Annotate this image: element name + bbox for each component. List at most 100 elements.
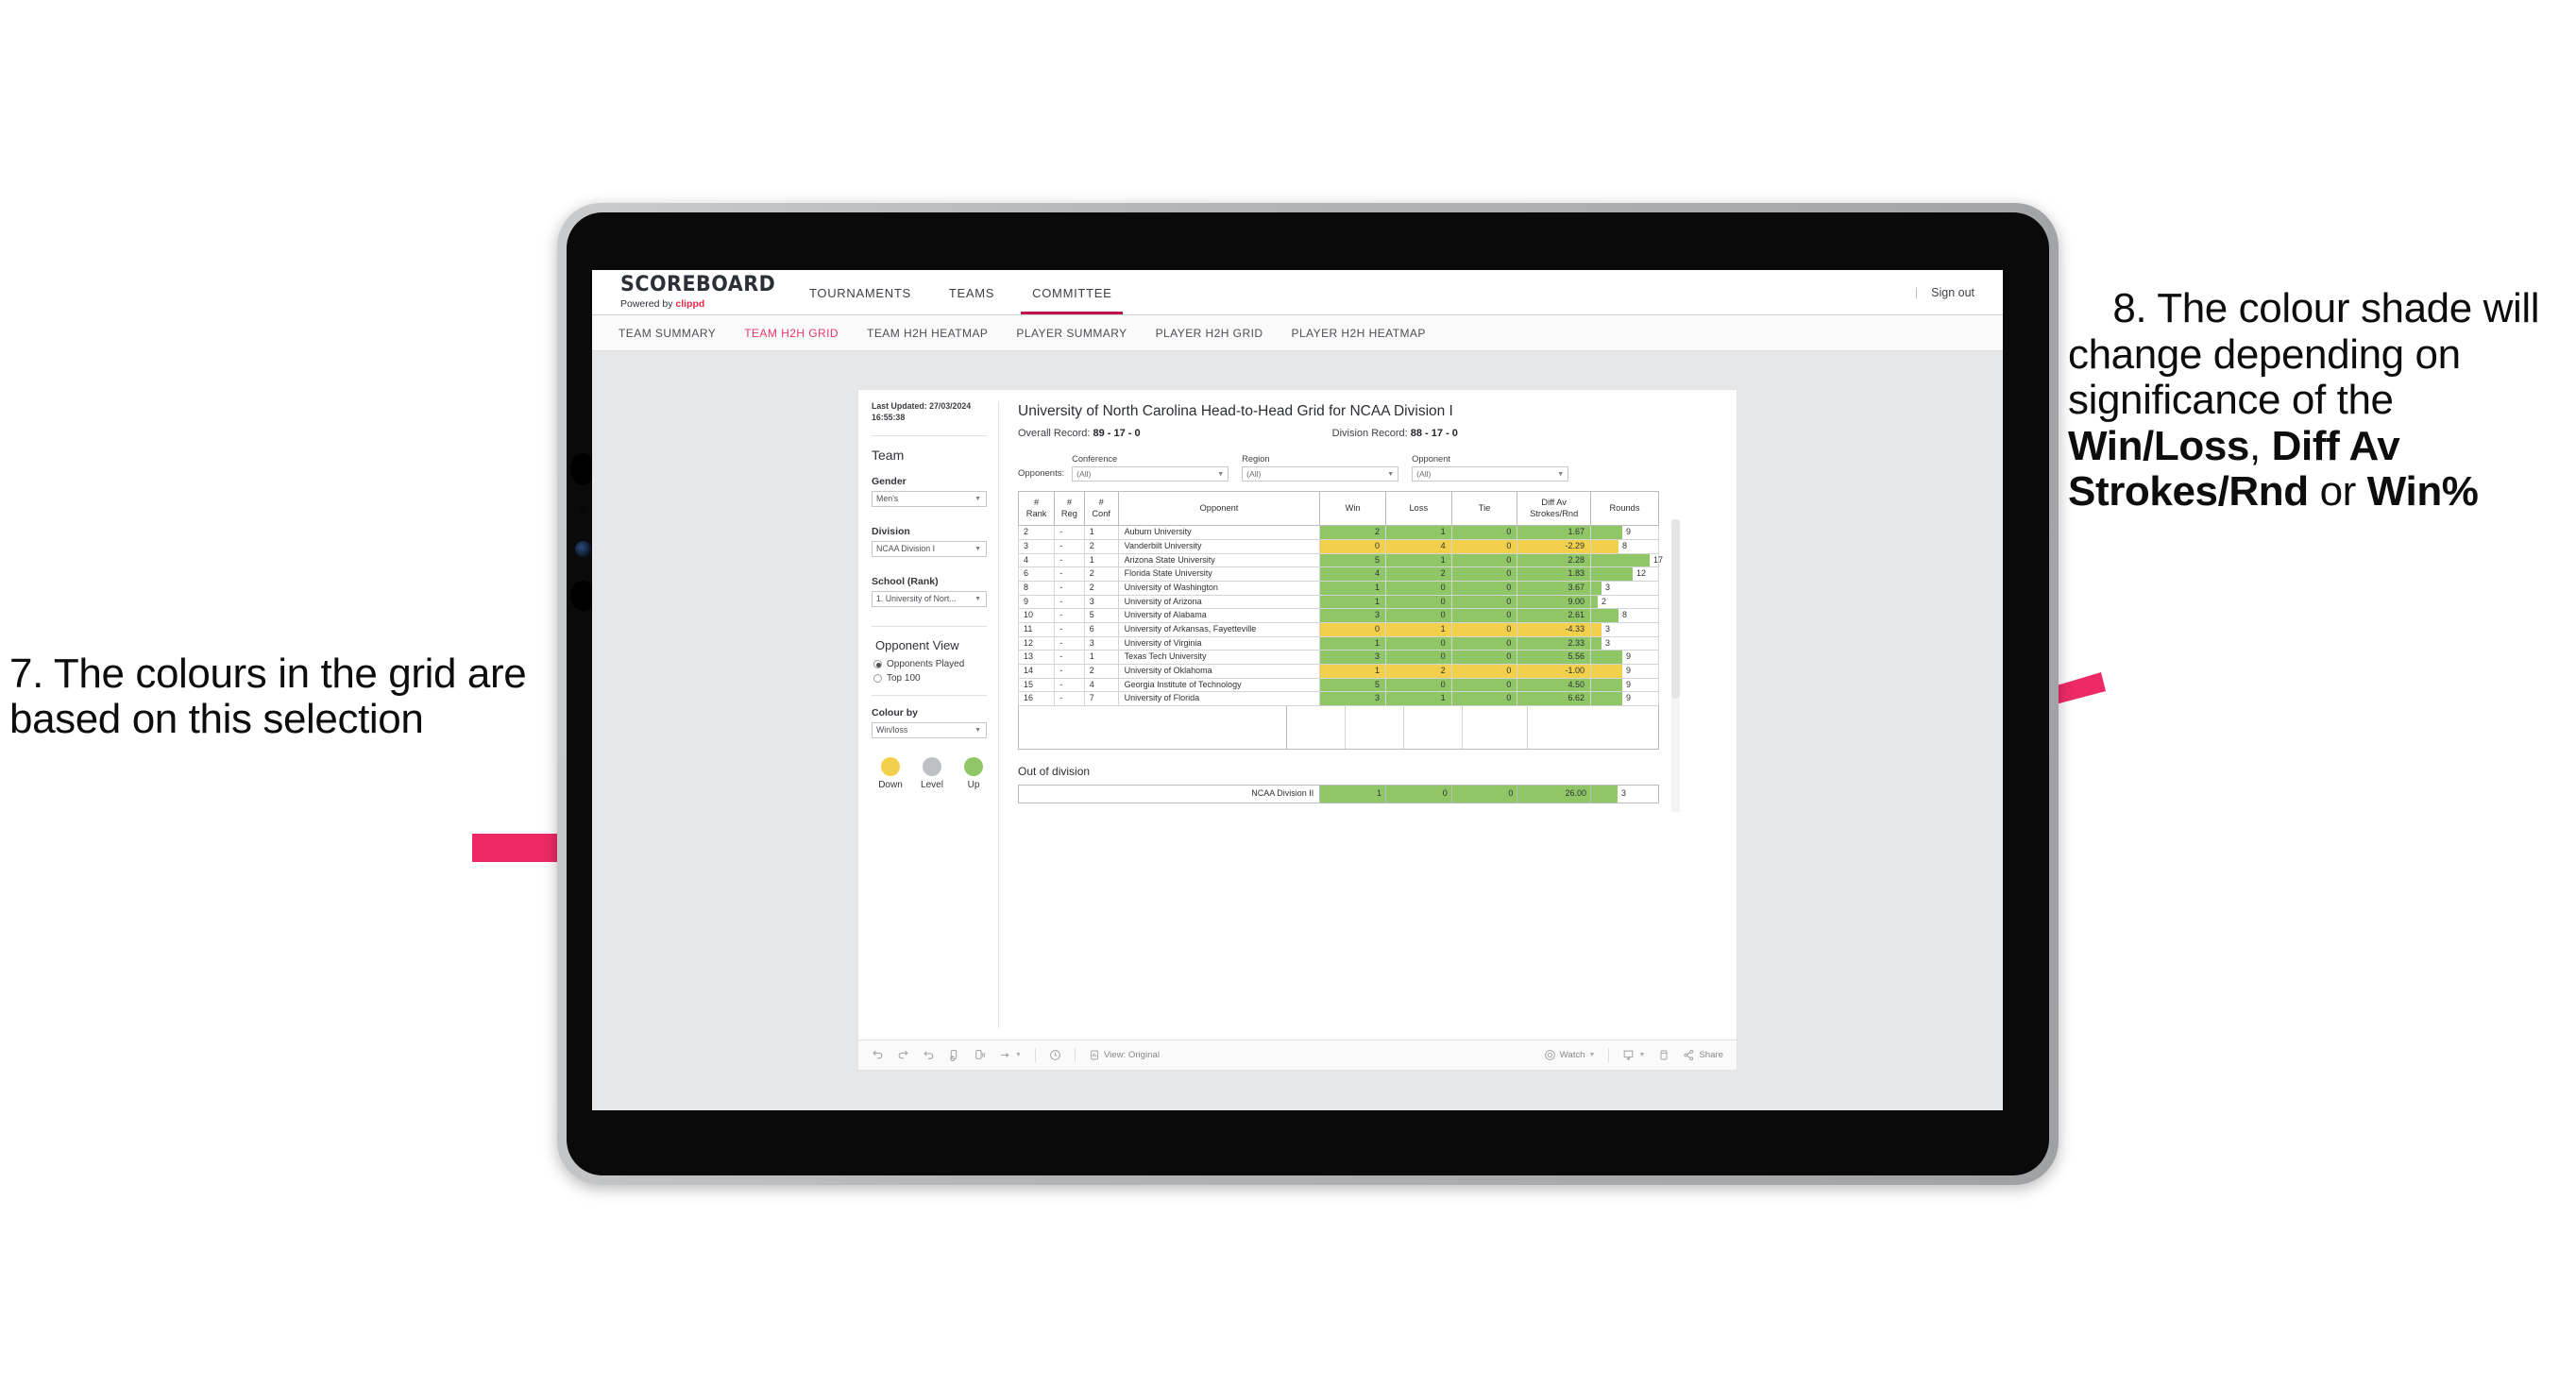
- cell-rank: 6: [1017, 566, 1056, 582]
- cell-diff: 3.67: [1517, 580, 1591, 596]
- toolbar-divider-1: [1034, 1048, 1036, 1062]
- brand-tagline: Powered by clippd: [620, 298, 771, 310]
- table-row[interactable]: 15-4 Georgia Institute of Technology 5 0 0 4.…: [1017, 677, 1660, 693]
- view-label: View: Original: [1103, 1050, 1160, 1060]
- cell-diff: 2.28: [1517, 552, 1591, 568]
- radio-selected-icon: [873, 659, 882, 668]
- subnav-item-team-h2h-heatmap[interactable]: TEAM H2H HEATMAP: [867, 327, 988, 340]
- cell-loss: 1: [1384, 622, 1452, 637]
- overall-record: Overall Record: 89 - 17 - 0: [1018, 428, 1141, 439]
- subnav-item-player-h2h-heatmap[interactable]: PLAYER H2H HEATMAP: [1291, 327, 1425, 340]
- cell-rank: 12: [1017, 635, 1056, 651]
- gender-label: Gender: [872, 475, 907, 487]
- gender-select[interactable]: Men's ▼: [872, 490, 987, 507]
- pause-auto-update-dropdown[interactable]: ▼: [999, 1049, 1022, 1061]
- conference-filter-select[interactable]: (All) ▼: [1072, 466, 1229, 482]
- pause-dropdown-icon: [1001, 1052, 1009, 1058]
- revert-button[interactable]: [923, 1049, 935, 1061]
- sidebar-divider-3: [872, 694, 987, 696]
- cell-conf: 1: [1083, 650, 1119, 666]
- table-row[interactable]: 9-3 University of Arizona 1 0 0 9.00 2: [1017, 594, 1660, 610]
- table-header-row: # Rank # Reg # Conf Opponent Win Loss Tie: [1017, 490, 1660, 527]
- nav-divider: |: [1914, 285, 1919, 299]
- cell-loss: 1: [1384, 691, 1452, 707]
- device-layout-button[interactable]: [1658, 1049, 1669, 1061]
- cell-rounds: 17: [1589, 552, 1663, 568]
- share-button[interactable]: Share: [1683, 1049, 1723, 1061]
- view-original-button[interactable]: View: Original: [1089, 1049, 1160, 1061]
- cell-reg: -: [1054, 594, 1085, 610]
- cell-loss: 2: [1384, 566, 1452, 582]
- cell-opponent: University of Oklahoma: [1117, 664, 1321, 679]
- cell-diff: 6.62: [1517, 691, 1591, 707]
- cell-opponent: University of Arizona: [1117, 594, 1321, 610]
- opponent-view-heading: Opponent View: [875, 637, 959, 652]
- table-row[interactable]: 8-2 University of Washington 1 0 0 3.67 3: [1017, 580, 1660, 596]
- colour-by-label: Colour by: [872, 706, 918, 718]
- annotation-8-text: 8. The colour shade will change dependin…: [2068, 241, 2576, 561]
- cell-rounds: 9: [1589, 525, 1660, 540]
- table-row[interactable]: 4-1 Arizona State University 5 1 0 2.28 17: [1017, 552, 1663, 568]
- conference-filter-label: Conference: [1072, 454, 1118, 464]
- download-button[interactable]: ▼: [1622, 1049, 1645, 1061]
- radio-top-100[interactable]: Top 100: [873, 673, 987, 684]
- cell-rounds-value: 17: [1652, 554, 1663, 565]
- table-row[interactable]: 13-1 Texas Tech University 3 0 0 5.56 9: [1017, 650, 1660, 666]
- dashboard-body: Last Updated: 27/03/2024 16:55:38 Team G…: [858, 390, 1737, 1040]
- watch-label: Watch: [1559, 1050, 1585, 1060]
- colour-by-value: Win/loss: [876, 725, 908, 735]
- pause-updates-button[interactable]: [974, 1049, 986, 1061]
- watch-button[interactable]: Watch ▼: [1544, 1049, 1595, 1061]
- tableau-dashboard: Last Updated: 27/03/2024 16:55:38 Team G…: [857, 389, 1737, 1071]
- nav-item-committee[interactable]: COMMITTEE: [1021, 272, 1124, 314]
- table-row[interactable]: 10-5 University of Alabama 3 0 0 2.61 8: [1017, 608, 1660, 624]
- region-filter-select[interactable]: (All) ▼: [1242, 466, 1399, 482]
- cell-rounds: 9: [1589, 650, 1660, 666]
- table-row[interactable]: 2-1 Auburn University 2 1 0 1.67 9: [1017, 525, 1660, 540]
- division-select[interactable]: NCAA Division I ▼: [872, 540, 987, 557]
- undo-button[interactable]: [872, 1049, 884, 1061]
- radio-opponents-played[interactable]: Opponents Played: [873, 659, 987, 669]
- colour-by-select[interactable]: Win/loss ▼: [872, 721, 987, 738]
- table-row[interactable]: 11-6 University of Arkansas, Fayetteville…: [1017, 622, 1660, 637]
- sign-out-link[interactable]: | Sign out: [1915, 286, 1974, 299]
- table-row[interactable]: 6-2 Florida State University 4 2 0 1.83 12: [1017, 566, 1660, 582]
- cell-win: 5: [1319, 677, 1386, 693]
- team-section-heading: Team: [872, 447, 905, 463]
- table-row[interactable]: 14-2 University of Oklahoma 1 2 0 -1.00 9: [1017, 664, 1660, 679]
- col-rank: # Rank: [1017, 490, 1056, 527]
- cell-tie: 0: [1450, 525, 1518, 540]
- opponent-filter-select[interactable]: (All) ▼: [1412, 466, 1569, 482]
- nav-item-tournaments[interactable]: TOURNAMENTS: [809, 272, 911, 313]
- subnav-item-player-h2h-grid[interactable]: PLAYER H2H GRID: [1156, 327, 1263, 340]
- school-select[interactable]: 1. University of Nort... ▼: [872, 590, 987, 607]
- radio-unselected-icon: [873, 673, 882, 683]
- table-scrollbar-thumb[interactable]: [1671, 519, 1680, 699]
- subnav-item-player-summary[interactable]: PLAYER SUMMARY: [1016, 327, 1127, 340]
- clock-button[interactable]: [1049, 1049, 1061, 1061]
- table-row[interactable]: 12-3 University of Virginia 1 0 0 2.33 3: [1017, 635, 1660, 651]
- cell-loss: 1: [1384, 525, 1452, 540]
- subnav-item-team-summary[interactable]: TEAM SUMMARY: [619, 327, 716, 340]
- cell-loss: 0: [1384, 608, 1452, 624]
- grid-panel: University of North Carolina Head-to-Hea…: [999, 390, 1737, 1040]
- table-row[interactable]: 3-2 Vanderbilt University 0 4 0 -2.29 8: [1017, 538, 1660, 554]
- cell-win: 0: [1319, 622, 1386, 637]
- cell-rank: 4: [1017, 552, 1056, 568]
- opponent-filter-value: (All): [1416, 469, 1432, 479]
- cell-conf: 1: [1083, 525, 1119, 540]
- refresh-data-button[interactable]: [948, 1049, 960, 1061]
- cell-rounds-value: 9: [1625, 666, 1631, 676]
- cell-conf: 2: [1083, 664, 1119, 679]
- col-loss: Loss: [1384, 490, 1452, 527]
- device-layout-icon: [1660, 1050, 1668, 1060]
- cell-tie: 0: [1450, 594, 1518, 610]
- redo-button[interactable]: [897, 1049, 909, 1061]
- nav-item-teams[interactable]: TEAMS: [949, 272, 994, 313]
- table-row[interactable]: 16-7 University of Florida 3 1 0 6.62 9: [1017, 691, 1660, 707]
- subnav-item-team-h2h-grid[interactable]: TEAM H2H GRID: [744, 327, 839, 340]
- cell-rounds-value: 8: [1621, 610, 1627, 620]
- scoreboard-logo[interactable]: SCOREBOARD Powered by clippd: [620, 275, 775, 311]
- annotation-7-text: 7. The colours in the grid are based on …: [9, 651, 538, 743]
- cell-rounds: 3: [1589, 622, 1660, 637]
